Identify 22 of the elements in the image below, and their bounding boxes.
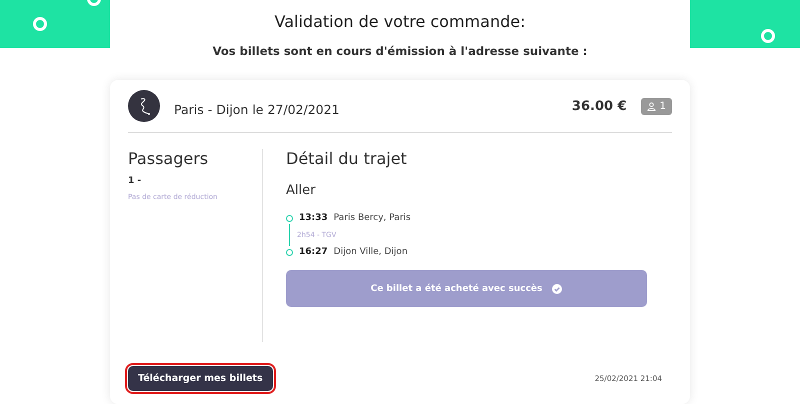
person-icon — [646, 102, 656, 110]
page-title: Validation de votre commande: — [274, 12, 526, 31]
passengers-title: Passagers — [128, 149, 210, 168]
stop-station: Paris Bercy, Paris — [334, 213, 411, 223]
subtitle: Vos billets sont en cours d'émission à l'adresse suivante : — [212, 44, 588, 58]
download-button[interactable]: Télécharger mes billets — [128, 366, 273, 390]
passenger-name: 1 - — [128, 176, 142, 186]
stop-time: 13:33 — [299, 213, 328, 223]
success-text: Ce billet a été acheté avec succès — [370, 284, 542, 294]
direction-label: Aller — [286, 183, 316, 198]
stop-station: Dijon Ville, Dijon — [334, 247, 408, 257]
price: 36.00 € — [572, 98, 627, 114]
route-title: Paris - Dijon le 27/02/2021 — [174, 102, 341, 116]
logo-icon — [128, 90, 160, 122]
stop-dot-icon — [286, 248, 293, 256]
ring-icon — [33, 17, 47, 31]
ring-icon — [761, 29, 775, 43]
passenger-badge: 1 — [640, 98, 672, 114]
stop-dot-icon — [286, 214, 293, 222]
trip-title: Détail du trajet — [286, 149, 408, 168]
stop-time: 16:27 — [299, 247, 328, 257]
check-icon — [552, 284, 562, 294]
